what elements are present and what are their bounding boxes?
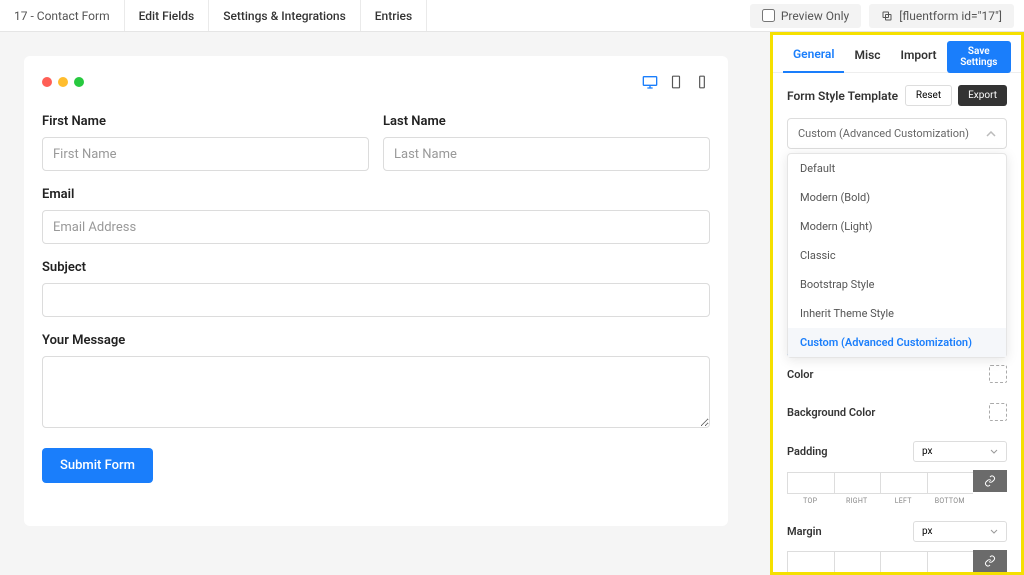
padding-inputs: TOP RIGHT LEFT BOTTOM xyxy=(787,470,1007,505)
preview-only-checkbox[interactable] xyxy=(762,9,775,22)
last-name-input[interactable] xyxy=(383,137,710,171)
nav-settings-integrations[interactable]: Settings & Integrations xyxy=(209,0,361,31)
padding-top-label: TOP xyxy=(787,497,834,505)
preview-only-label: Preview Only xyxy=(781,9,849,23)
template-option-classic[interactable]: Classic xyxy=(788,241,1006,270)
padding-right-input[interactable] xyxy=(834,472,881,494)
template-option-bootstrap[interactable]: Bootstrap Style xyxy=(788,270,1006,299)
link-icon xyxy=(984,475,996,487)
template-option-inherit[interactable]: Inherit Theme Style xyxy=(788,299,1006,328)
template-dropdown: Default Modern (Bold) Modern (Light) Cla… xyxy=(787,153,1007,358)
mobile-icon[interactable] xyxy=(694,75,710,89)
form-preview-card: First Name Last Name Email Subject Your … xyxy=(24,56,728,526)
email-input[interactable] xyxy=(42,210,710,244)
tab-import[interactable]: Import xyxy=(891,42,947,72)
last-name-label: Last Name xyxy=(383,114,710,129)
export-button[interactable]: Export xyxy=(958,85,1007,106)
color-picker-button[interactable] xyxy=(989,365,1007,383)
margin-link-button[interactable] xyxy=(973,550,1007,572)
link-icon xyxy=(984,555,996,567)
padding-bottom-label: BOTTOM xyxy=(927,497,974,505)
padding-link-button[interactable] xyxy=(973,470,1007,492)
template-select[interactable]: Custom (Advanced Customization) xyxy=(787,118,1007,149)
tablet-icon[interactable] xyxy=(668,75,684,89)
preview-only-toggle[interactable]: Preview Only xyxy=(750,4,861,28)
margin-left-input[interactable] xyxy=(880,551,927,573)
shortcode-display[interactable]: [fluentform id="17"] xyxy=(869,4,1014,28)
padding-top-input[interactable] xyxy=(787,472,834,494)
nav-entries[interactable]: Entries xyxy=(361,0,427,31)
subject-input[interactable] xyxy=(42,283,710,317)
nav-edit-fields[interactable]: Edit Fields xyxy=(125,0,210,31)
padding-unit-select[interactable]: px xyxy=(913,441,1007,462)
subject-label: Subject xyxy=(42,260,710,275)
margin-bottom-input[interactable] xyxy=(927,551,974,573)
message-label: Your Message xyxy=(42,333,710,348)
margin-top-input[interactable] xyxy=(787,551,834,573)
padding-label: Padding xyxy=(787,445,828,458)
style-panel: General Misc Import Save Settings Form S… xyxy=(770,32,1024,575)
window-dots xyxy=(42,77,84,87)
padding-bottom-input[interactable] xyxy=(927,472,974,494)
tab-misc[interactable]: Misc xyxy=(844,42,890,72)
chevron-up-icon xyxy=(986,131,996,137)
first-name-label: First Name xyxy=(42,114,369,129)
top-navigation: 17 - Contact Form Edit Fields Settings &… xyxy=(0,0,1024,32)
panel-title: Form Style Template xyxy=(787,89,898,103)
email-label: Email xyxy=(42,187,710,202)
color-label: Color xyxy=(787,368,813,381)
first-name-input[interactable] xyxy=(42,137,369,171)
margin-label: Margin xyxy=(787,525,822,538)
padding-left-input[interactable] xyxy=(880,472,927,494)
template-option-default[interactable]: Default xyxy=(788,154,1006,183)
save-settings-button[interactable]: Save Settings xyxy=(947,41,1011,73)
bg-color-picker-button[interactable] xyxy=(989,403,1007,421)
template-option-modern-bold[interactable]: Modern (Bold) xyxy=(788,183,1006,212)
reset-button[interactable]: Reset xyxy=(905,85,952,106)
bg-color-label: Background Color xyxy=(787,406,875,419)
tab-general[interactable]: General xyxy=(783,41,844,73)
template-option-custom[interactable]: Custom (Advanced Customization) xyxy=(788,328,1006,357)
margin-unit-select[interactable]: px xyxy=(913,521,1007,542)
padding-right-label: RIGHT xyxy=(834,497,881,505)
form-canvas: First Name Last Name Email Subject Your … xyxy=(0,32,770,575)
margin-right-input[interactable] xyxy=(834,551,881,573)
copy-icon xyxy=(881,10,893,22)
padding-left-label: LEFT xyxy=(880,497,927,505)
message-textarea[interactable] xyxy=(42,356,710,428)
submit-button[interactable]: Submit Form xyxy=(42,448,153,483)
desktop-icon[interactable] xyxy=(642,75,658,89)
template-option-modern-light[interactable]: Modern (Light) xyxy=(788,212,1006,241)
template-select-value: Custom (Advanced Customization) xyxy=(798,127,969,140)
margin-inputs: TOP RIGHT LEFT BOTTOM xyxy=(787,550,1007,575)
shortcode-text: [fluentform id="17"] xyxy=(899,9,1002,23)
form-title: 17 - Contact Form xyxy=(0,0,125,31)
